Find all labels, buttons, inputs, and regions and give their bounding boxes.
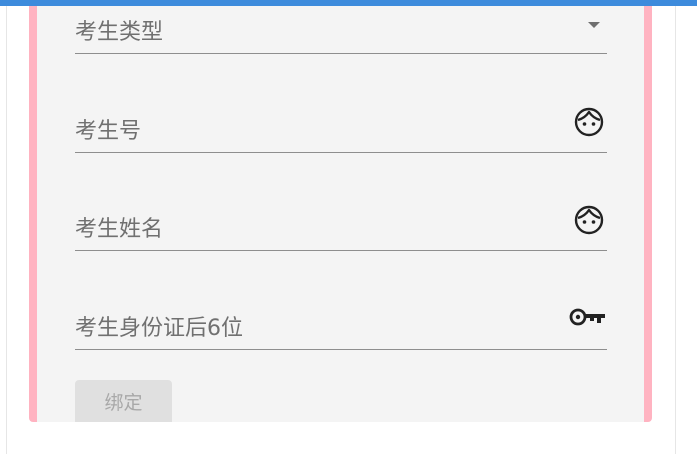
dropdown-arrow-icon[interactable]	[587, 18, 601, 32]
exam-type-placeholder: 考生类型	[75, 20, 164, 45]
bind-button[interactable]: 绑定	[75, 380, 172, 422]
key-icon	[569, 304, 607, 330]
exam-number-field[interactable]: 考生号	[75, 96, 607, 153]
exam-name-placeholder: 考生姓名	[75, 217, 164, 242]
exam-type-select[interactable]: 考生类型	[75, 6, 607, 54]
id-card-last6-placeholder: 考生身份证后6位	[75, 316, 243, 341]
face-icon	[573, 204, 605, 236]
id-card-last6-field[interactable]: 考生身份证后6位	[75, 292, 607, 350]
face-icon	[573, 106, 605, 138]
exam-number-placeholder: 考生号	[75, 119, 142, 144]
exam-name-field[interactable]: 考生姓名	[75, 194, 607, 251]
